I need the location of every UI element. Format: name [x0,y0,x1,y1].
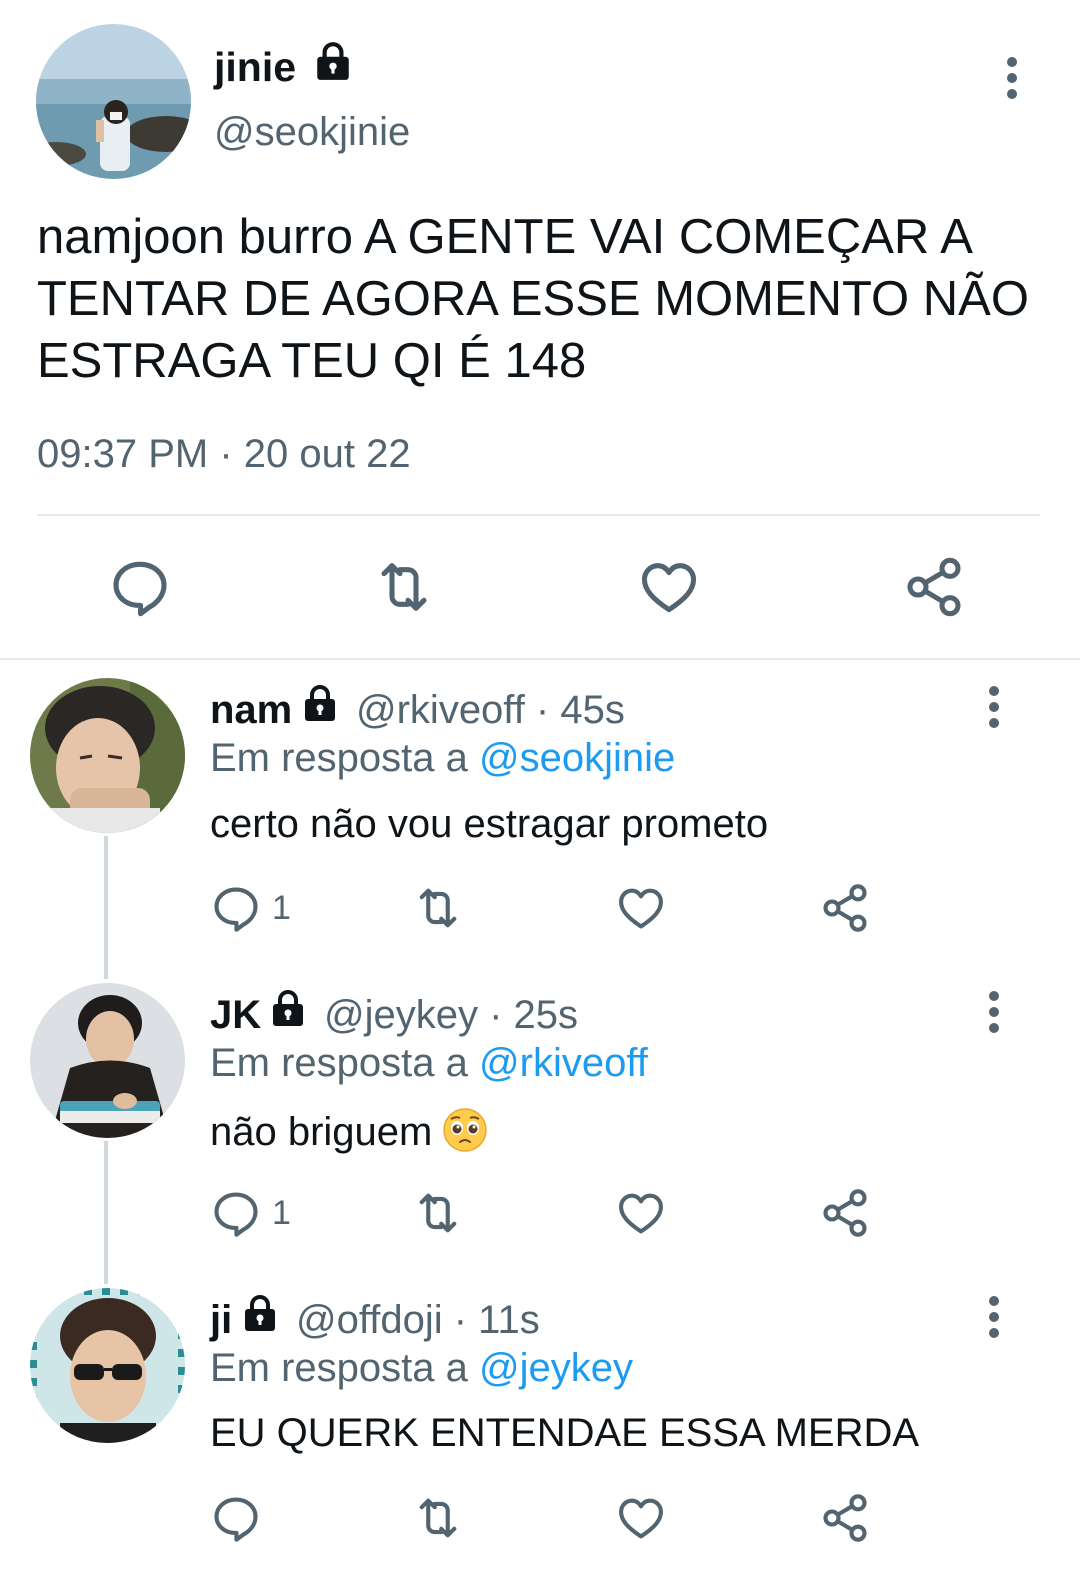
reply-text: certo não vou estragar prometo [210,802,769,846]
like-icon[interactable] [615,882,667,934]
in-reply-to: Em resposta a @seokjinie [210,736,675,781]
display-name[interactable]: jinie [214,44,296,91]
divider [37,514,1040,516]
display-name[interactable]: ji [210,1298,232,1343]
beach-photo-avatar[interactable] [36,24,191,179]
handle-timestamp[interactable]: @rkiveoff · 45s [356,688,625,733]
retweet-icon[interactable] [412,1492,464,1544]
pleading-face-emoji [443,1108,488,1152]
reply-icon[interactable] [210,1492,262,1544]
selfie-avatar[interactable] [30,678,185,833]
in-reply-label: Em resposta a [210,1346,480,1390]
in-reply-mention[interactable]: @jeykey [479,1346,633,1390]
thread-line [104,836,108,979]
like-icon[interactable] [637,555,701,619]
more-options-icon[interactable] [988,686,1000,734]
share-icon[interactable] [902,555,966,619]
handle-timestamp[interactable]: @offdoji · 11s [296,1298,540,1343]
share-icon[interactable] [819,1492,871,1544]
in-reply-label: Em resposta a [210,1041,480,1085]
section-divider [0,658,1080,660]
lock-icon [312,40,354,82]
share-icon[interactable] [819,1187,871,1239]
display-name[interactable]: JK [210,993,261,1038]
in-reply-mention[interactable]: @seokjinie [479,736,675,780]
lock-icon [300,683,340,723]
reply-text: não briguem [210,1107,488,1155]
reply-text-content: não briguem [210,1110,433,1154]
retweet-icon[interactable] [412,882,464,934]
reply-icon[interactable] [210,882,262,934]
in-reply-to: Em resposta a @rkiveoff [210,1041,648,1086]
main-tweet: jinie @seokjinie namjoon burro A GENTE V… [0,0,1080,660]
share-icon[interactable] [819,882,871,934]
user-handle[interactable]: @seokjinie [214,110,410,155]
like-icon[interactable] [615,1187,667,1239]
reply-icon[interactable] [210,1187,262,1239]
in-reply-label: Em resposta a [210,736,480,780]
tweet-timestamp: 09:37 PM · 20 out 22 [37,432,411,476]
reply-count: 1 [272,889,291,927]
drawing-avatar[interactable] [30,983,185,1138]
in-reply-to: Em resposta a @jeykey [210,1346,633,1391]
thread-line [104,1141,108,1284]
in-reply-mention[interactable]: @rkiveoff [479,1041,648,1085]
reply-text: EU QUERK ENTENDAE ESSA MERDA [210,1411,920,1455]
like-icon[interactable] [615,1492,667,1544]
retweet-icon[interactable] [372,555,436,619]
display-name[interactable]: nam [210,688,292,733]
handle-timestamp[interactable]: @jeykey · 25s [324,993,578,1038]
reply-icon[interactable] [108,555,172,619]
sunglasses-avatar[interactable] [30,1288,185,1443]
lock-icon [268,988,308,1028]
more-options-icon[interactable] [1006,57,1018,105]
reply-count: 1 [272,1194,291,1232]
lock-icon [240,1293,280,1333]
retweet-icon[interactable] [412,1187,464,1239]
more-options-icon[interactable] [988,991,1000,1039]
more-options-icon[interactable] [988,1296,1000,1344]
tweet-text: namjoon burro A GENTE VAI COMEÇAR A TENT… [37,210,1029,388]
